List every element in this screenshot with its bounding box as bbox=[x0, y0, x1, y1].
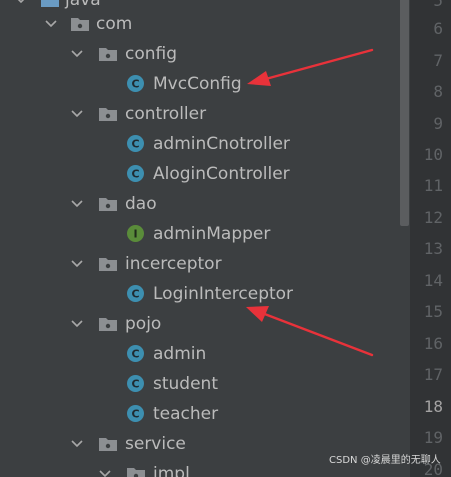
class-icon: C bbox=[127, 375, 144, 392]
tree-item-adminmapper[interactable]: I adminMapper bbox=[0, 219, 398, 249]
chevron-down-icon[interactable] bbox=[96, 465, 114, 477]
svg-text:C: C bbox=[131, 168, 139, 181]
chevron-down-icon[interactable] bbox=[68, 435, 86, 453]
chevron-down-icon[interactable] bbox=[68, 45, 86, 63]
svg-text:C: C bbox=[131, 288, 139, 301]
current-line-number: 18 bbox=[423, 397, 443, 416]
watermark: CSDN @凌晨里的无聊人 bbox=[329, 455, 441, 466]
tree-item-alogincontroller[interactable]: C AloginController bbox=[0, 159, 398, 189]
chevron-down-icon[interactable] bbox=[68, 255, 86, 273]
line-number: 10 bbox=[423, 145, 443, 164]
package-folder-icon bbox=[127, 468, 145, 477]
tree-item-dao[interactable]: dao bbox=[0, 189, 398, 219]
line-number: 5 bbox=[433, 0, 443, 10]
tree-item-label: LoginInterceptor bbox=[153, 284, 294, 304]
tree-item-mvcconfig[interactable]: C MvcConfig bbox=[0, 69, 398, 99]
class-icon: C bbox=[127, 345, 144, 362]
chevron-down-icon[interactable] bbox=[68, 105, 86, 123]
project-tree: java com config C MvcConfig controller C bbox=[0, 0, 398, 477]
svg-text:C: C bbox=[131, 408, 139, 421]
tree-item-label: admin bbox=[153, 344, 207, 364]
line-number: 11 bbox=[423, 176, 443, 195]
tree-item-label: config bbox=[125, 44, 178, 64]
line-number: 8 bbox=[433, 82, 443, 101]
tree-item-label: service bbox=[125, 434, 186, 454]
chevron-down-icon[interactable] bbox=[68, 315, 86, 333]
tree-item-label: com bbox=[96, 14, 133, 34]
line-number: 19 bbox=[423, 428, 443, 447]
tree-item-label: student bbox=[153, 374, 218, 394]
class-icon: C bbox=[127, 285, 144, 302]
svg-text:C: C bbox=[131, 378, 139, 391]
line-number: 14 bbox=[423, 271, 443, 290]
interface-icon: I bbox=[127, 225, 144, 242]
tree-item-label: dao bbox=[125, 194, 157, 214]
package-folder-icon bbox=[99, 108, 117, 121]
line-number: 13 bbox=[423, 239, 443, 258]
package-folder-icon bbox=[71, 18, 89, 31]
tree-item-label: adminCnotroller bbox=[153, 134, 290, 154]
package-folder-icon bbox=[99, 258, 117, 271]
ide-window: java com config C MvcConfig controller C bbox=[0, 0, 451, 477]
svg-text:C: C bbox=[131, 138, 139, 151]
class-icon: C bbox=[127, 135, 144, 152]
tree-item-incerceptor[interactable]: incerceptor bbox=[0, 249, 398, 279]
class-icon: C bbox=[127, 405, 144, 422]
class-icon: C bbox=[127, 75, 144, 92]
tree-item-controller[interactable]: controller bbox=[0, 99, 398, 129]
tree-item-label: teacher bbox=[153, 404, 219, 424]
chevron-down-icon[interactable] bbox=[12, 0, 30, 9]
tree-item-config[interactable]: config bbox=[0, 39, 398, 69]
chevron-down-icon[interactable] bbox=[42, 15, 60, 33]
svg-text:C: C bbox=[131, 78, 139, 91]
tree-item-admincnotroller[interactable]: C adminCnotroller bbox=[0, 129, 398, 159]
tree-item-label: controller bbox=[125, 104, 207, 124]
tree-item-student[interactable]: C student bbox=[0, 369, 398, 399]
line-number: 9 bbox=[433, 114, 443, 133]
class-icon: C bbox=[127, 165, 144, 182]
tree-item-label: incerceptor bbox=[125, 254, 222, 274]
svg-text:C: C bbox=[131, 348, 139, 361]
scrollbar-thumb[interactable] bbox=[400, 0, 409, 226]
line-number: 6 bbox=[433, 19, 443, 38]
tree-item-logininterceptor[interactable]: C LoginInterceptor bbox=[0, 279, 398, 309]
tree-item-admin[interactable]: C admin bbox=[0, 339, 398, 369]
editor-gutter: 5 6 7 8 9 10 11 12 13 14 15 16 17 18 19 … bbox=[410, 0, 451, 477]
tree-item-teacher[interactable]: C teacher bbox=[0, 399, 398, 429]
line-number: 12 bbox=[423, 208, 443, 227]
package-folder-icon bbox=[99, 198, 117, 211]
tree-item-label: pojo bbox=[125, 314, 162, 334]
source-folder-icon bbox=[41, 0, 59, 7]
line-number: 16 bbox=[423, 334, 443, 353]
line-number: 15 bbox=[423, 302, 443, 321]
line-number: 17 bbox=[423, 365, 443, 384]
chevron-down-icon[interactable] bbox=[68, 195, 86, 213]
tree-item-label: AloginController bbox=[153, 164, 290, 184]
tree-item-pojo[interactable]: pojo bbox=[0, 309, 398, 339]
svg-text:I: I bbox=[133, 228, 137, 241]
tree-item-label: adminMapper bbox=[153, 224, 271, 244]
package-folder-icon bbox=[99, 48, 117, 61]
package-folder-icon bbox=[99, 438, 117, 451]
tree-item-label: impl bbox=[153, 464, 190, 477]
line-number: 7 bbox=[433, 51, 443, 70]
tree-item-com[interactable]: com bbox=[0, 9, 398, 39]
tree-item-label: MvcConfig bbox=[153, 74, 242, 94]
package-folder-icon bbox=[99, 318, 117, 331]
